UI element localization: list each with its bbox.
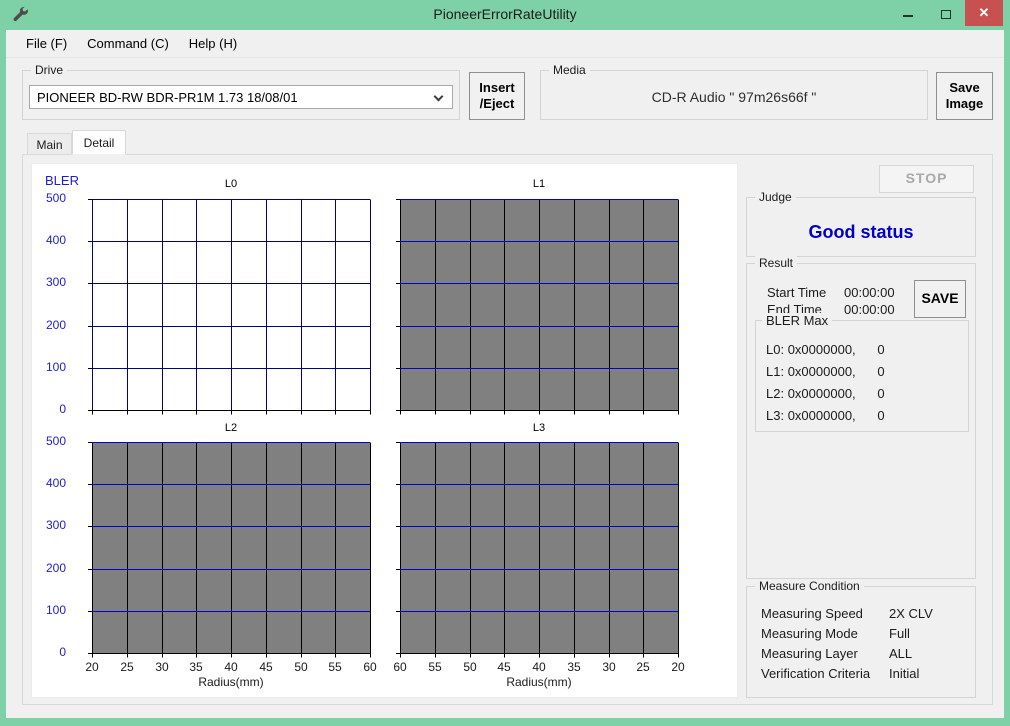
app-window: PioneerErrorRateUtility ✕ File (F) Comma…: [0, 0, 1010, 726]
tab-main[interactable]: Main: [27, 133, 72, 155]
end-time-value: 00:00:00: [844, 302, 895, 317]
y-tick-label: 300: [46, 518, 66, 532]
insert-eject-button[interactable]: Insert /Eject: [469, 72, 525, 120]
menu-command[interactable]: Command (C): [77, 31, 179, 56]
chart-grid-l2: [84, 442, 372, 659]
chart-title-l2: L2: [92, 422, 370, 434]
stop-button[interactable]: STOP: [879, 165, 974, 193]
drive-group-label: Drive: [31, 63, 67, 77]
chart-grid-l0: [84, 199, 372, 416]
judge-status: Good status: [747, 222, 975, 243]
x-tick-label: 25: [112, 660, 142, 674]
x-tick-label: 45: [251, 660, 281, 674]
x-tick-label: 20: [663, 660, 693, 674]
x-tick-label: 45: [489, 660, 519, 674]
chart-grid-l3: [392, 442, 680, 659]
x-axis-labels-l3: 605550454035302520: [400, 660, 678, 674]
measure-condition-groupbox: Measure Condition Measuring Speed 2X CLV…: [746, 586, 976, 698]
y-tick-label: 400: [46, 476, 66, 490]
close-icon: ✕: [979, 5, 990, 21]
drive-select[interactable]: PIONEER BD-RW BDR-PR1M 1.73 18/08/01: [29, 85, 453, 109]
y-tick-label: 500: [46, 434, 66, 448]
judge-group-label: Judge: [755, 190, 796, 204]
chart-title-l1: L1: [400, 178, 678, 190]
measuring-layer-value: ALL: [889, 646, 912, 661]
bler-row-l3: L3: 0x0000000, 0: [766, 408, 885, 423]
y-tick-label: 0: [59, 645, 66, 659]
media-groupbox: Media CD-R Audio " 97m26s66f ": [540, 70, 928, 120]
media-group-label: Media: [549, 63, 590, 77]
save-image-button[interactable]: Save Image: [936, 72, 993, 120]
y-axis-labels-row2: 5004003002001000: [32, 442, 76, 654]
window-title: PioneerErrorRateUtility: [0, 6, 1010, 22]
x-axis-title-l2: Radius(mm): [92, 675, 370, 689]
maximize-icon: [941, 10, 951, 19]
x-tick-label: 30: [594, 660, 624, 674]
chart-panel: BLER L0 L1 L2 L3 5004003002001000 500400…: [31, 163, 738, 698]
result-groupbox: Result Start Time 00:00:00 End Time 00:0…: [746, 263, 976, 579]
bler-row-l2: L2: 0x0000000, 0: [766, 386, 885, 401]
measuring-mode-label: Measuring Mode: [761, 626, 858, 641]
chart-title-l0: L0: [92, 178, 370, 190]
x-tick-label: 50: [455, 660, 485, 674]
close-button[interactable]: ✕: [965, 0, 1003, 26]
y-tick-label: 100: [46, 360, 66, 374]
y-tick-label: 400: [46, 233, 66, 247]
start-time-label: Start Time: [767, 285, 826, 300]
bler-row-l1: L1: 0x0000000, 0: [766, 364, 885, 379]
measuring-layer-label: Measuring Layer: [761, 646, 858, 661]
menu-file[interactable]: File (F): [16, 31, 77, 56]
save-button[interactable]: SAVE: [914, 280, 966, 318]
x-tick-label: 55: [320, 660, 350, 674]
x-tick-label: 55: [420, 660, 450, 674]
menu-help[interactable]: Help (H): [179, 31, 247, 56]
drive-selected-value: PIONEER BD-RW BDR-PR1M 1.73 18/08/01: [37, 90, 298, 105]
bler-max-label: BLER Max: [762, 313, 832, 328]
x-tick-label: 50: [286, 660, 316, 674]
x-axis-labels-l2: 202530354045505560: [92, 660, 370, 674]
x-tick-label: 35: [181, 660, 211, 674]
x-tick-label: 20: [77, 660, 107, 674]
minimize-icon: [903, 15, 913, 17]
y-tick-label: 500: [46, 191, 66, 205]
measuring-mode-value: Full: [889, 626, 910, 641]
x-tick-label: 60: [385, 660, 415, 674]
drive-groupbox: Drive PIONEER BD-RW BDR-PR1M 1.73 18/08/…: [22, 70, 460, 120]
x-tick-label: 25: [628, 660, 658, 674]
measuring-speed-label: Measuring Speed: [761, 606, 863, 621]
x-tick-label: 30: [147, 660, 177, 674]
y-tick-label: 100: [46, 603, 66, 617]
measuring-speed-value: 2X CLV: [889, 606, 933, 621]
verification-criteria-value: Initial: [889, 666, 919, 681]
titlebar: PioneerErrorRateUtility ✕: [0, 0, 1010, 30]
measure-condition-label: Measure Condition: [755, 579, 864, 593]
detail-tab-page: BLER L0 L1 L2 L3 5004003002001000 500400…: [22, 154, 993, 705]
tab-detail[interactable]: Detail: [72, 130, 126, 155]
chart-grid-l1: [392, 199, 680, 416]
y-tick-label: 300: [46, 275, 66, 289]
y-tick-label: 200: [46, 318, 66, 332]
y-axis-labels-row1: 5004003002001000: [32, 199, 76, 411]
verification-criteria-label: Verification Criteria: [761, 666, 870, 681]
x-tick-label: 40: [524, 660, 554, 674]
x-tick-label: 35: [559, 660, 589, 674]
chevron-down-icon: [434, 92, 444, 102]
x-tick-label: 60: [355, 660, 385, 674]
start-time-value: 00:00:00: [844, 285, 895, 300]
media-value: CD-R Audio " 97m26s66f ": [541, 89, 927, 105]
menubar: File (F) Command (C) Help (H): [6, 30, 1004, 58]
x-tick-label: 40: [216, 660, 246, 674]
y-tick-label: 0: [59, 402, 66, 416]
client-area: Drive PIONEER BD-RW BDR-PR1M 1.73 18/08/…: [6, 58, 1004, 718]
result-group-label: Result: [755, 256, 797, 270]
bler-row-l0: L0: 0x0000000, 0: [766, 342, 885, 357]
y-axis-title: BLER: [45, 173, 95, 188]
maximize-button[interactable]: [927, 0, 965, 26]
chart-title-l3: L3: [400, 422, 678, 434]
x-axis-title-l3: Radius(mm): [400, 675, 678, 689]
y-tick-label: 200: [46, 561, 66, 575]
judge-groupbox: Judge Good status: [746, 197, 976, 257]
bler-max-groupbox: BLER Max L0: 0x0000000, 0 L1: 0x0000000,…: [755, 320, 969, 432]
minimize-button[interactable]: [889, 0, 927, 26]
